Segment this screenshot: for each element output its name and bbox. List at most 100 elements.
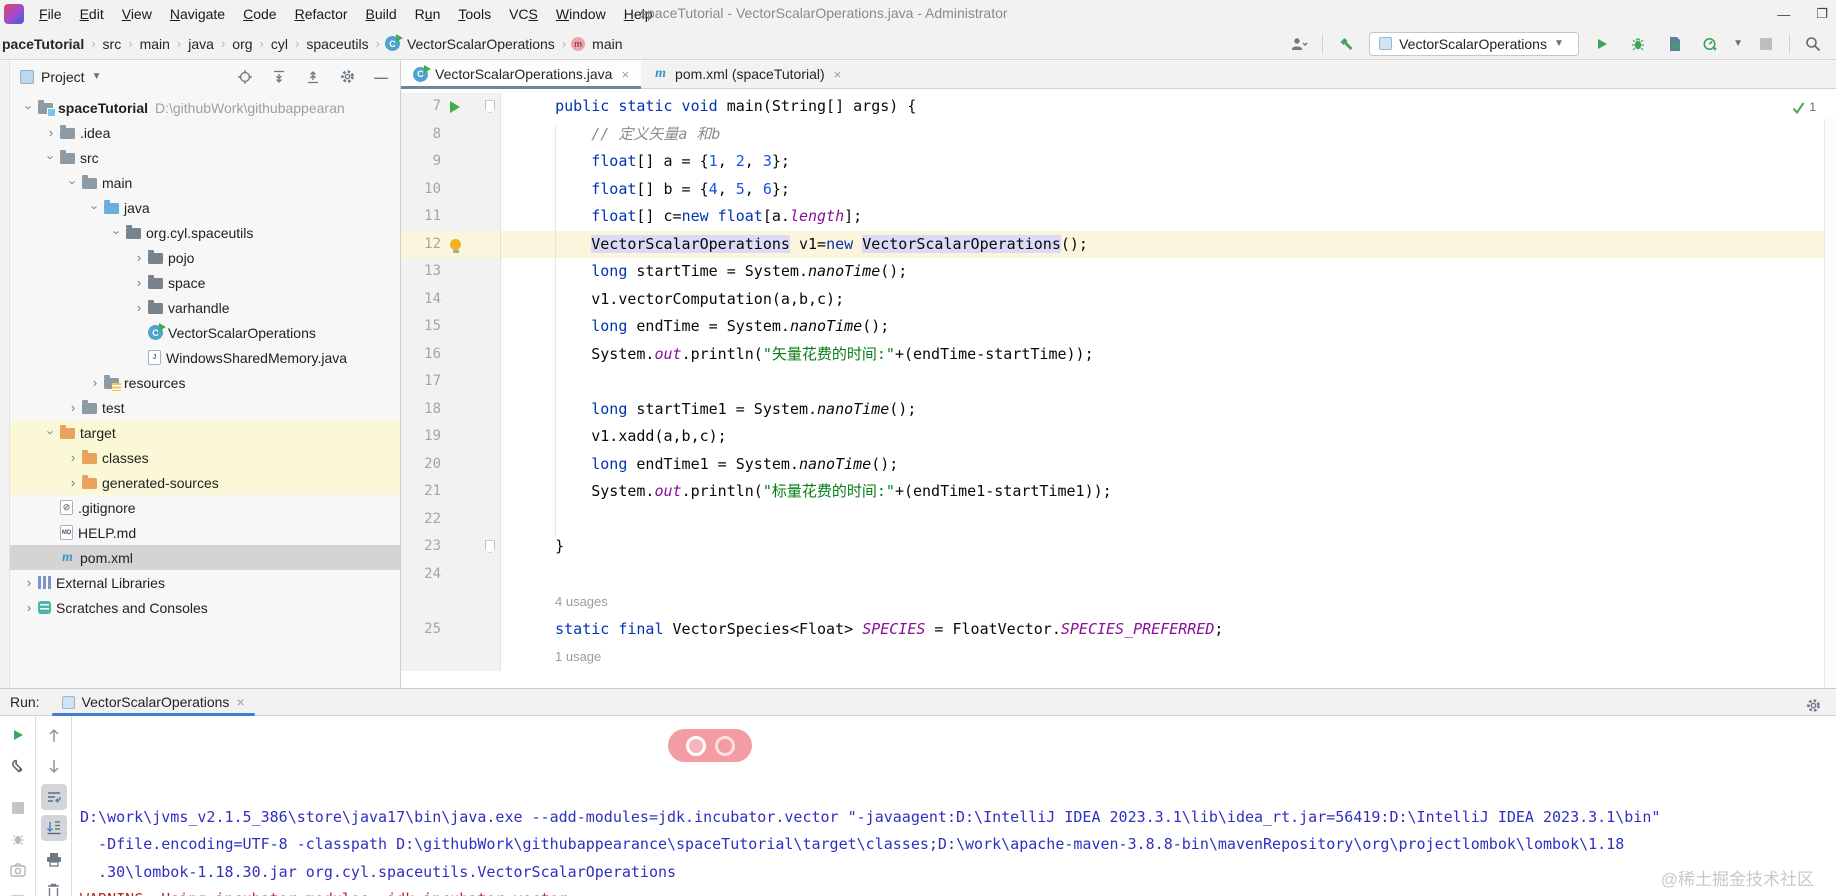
tree-item-vectorscalaroperations[interactable]: C VectorScalarOperations bbox=[10, 320, 400, 345]
tree-item--gitignore[interactable]: ⊘ .gitignore bbox=[10, 495, 400, 520]
hide-panel-button[interactable]: — bbox=[368, 65, 394, 89]
tab-vectorscalaroperations[interactable]: C VectorScalarOperations.java × bbox=[401, 60, 642, 89]
soft-wrap-toggle[interactable] bbox=[40, 784, 67, 810]
chevron-down-icon[interactable]: › bbox=[44, 424, 59, 442]
chevron-right-icon[interactable]: › bbox=[20, 600, 38, 615]
chevron-right-icon[interactable]: › bbox=[86, 375, 104, 390]
tree-item-resources[interactable]: › resources bbox=[10, 370, 400, 395]
search-icon[interactable] bbox=[1800, 32, 1826, 56]
code-editor[interactable]: 1 7 public static void main(String[] arg… bbox=[401, 89, 1836, 688]
tree-item-pojo[interactable]: › pojo bbox=[10, 245, 400, 270]
close-icon[interactable]: × bbox=[236, 694, 244, 710]
tree-item-scratches-and-consoles[interactable]: › Scratches and Consoles bbox=[10, 595, 400, 620]
breadcrumb-item-spaceutils[interactable]: spaceutils bbox=[304, 34, 370, 54]
tree-item-classes[interactable]: › classes bbox=[10, 445, 400, 470]
chevron-down-icon[interactable]: › bbox=[22, 99, 37, 117]
thread-dump-button[interactable] bbox=[5, 857, 31, 883]
tab-pom-xml[interactable]: m pom.xml (spaceTutorial) × bbox=[641, 60, 853, 88]
profiler-chevron-icon[interactable]: ▼ bbox=[1733, 38, 1743, 49]
attach-debugger-button[interactable] bbox=[5, 826, 31, 852]
breadcrumb-item-main[interactable]: main bbox=[138, 34, 172, 54]
clear-console-button[interactable] bbox=[41, 877, 67, 896]
tree-item--idea[interactable]: › .idea bbox=[10, 120, 400, 145]
usages-inlay-hint[interactable]: 1 usage bbox=[501, 643, 601, 671]
menu-edit[interactable]: Edit bbox=[71, 3, 113, 25]
tree-item-space[interactable]: › space bbox=[10, 270, 400, 295]
tree-item-target[interactable]: › target bbox=[10, 420, 400, 445]
tree-item-generated-sources[interactable]: › generated-sources bbox=[10, 470, 400, 495]
breadcrumb-item-cyl[interactable]: cyl bbox=[269, 34, 290, 54]
chevron-right-icon[interactable]: › bbox=[20, 575, 38, 590]
close-icon[interactable]: × bbox=[834, 67, 842, 82]
tree-item-help-md[interactable]: MD HELP.md bbox=[10, 520, 400, 545]
breadcrumb-item-src[interactable]: src bbox=[101, 34, 124, 54]
console-output[interactable]: D:\work\jvms_v2.1.5_386\store\java17\bin… bbox=[72, 716, 1836, 896]
chevron-right-icon[interactable]: › bbox=[130, 250, 148, 265]
minimize-button[interactable]: — bbox=[1777, 7, 1790, 22]
menu-vcs[interactable]: VCS bbox=[500, 3, 547, 25]
down-arrow-icon[interactable] bbox=[41, 753, 67, 779]
tree-item-main[interactable]: › main bbox=[10, 170, 400, 195]
tree-item-external-libraries[interactable]: › External Libraries bbox=[10, 570, 400, 595]
tree-item-java[interactable]: › java bbox=[10, 195, 400, 220]
tree-item-varhandle[interactable]: › varhandle bbox=[10, 295, 400, 320]
chevron-down-icon[interactable]: › bbox=[66, 174, 81, 192]
user-icon[interactable] bbox=[1286, 32, 1312, 56]
print-button[interactable] bbox=[41, 846, 67, 872]
breadcrumb-item-vectorscalaroperations[interactable]: VectorScalarOperations bbox=[405, 34, 557, 54]
tree-item-windowssharedmemory-java[interactable]: J WindowsSharedMemory.java bbox=[10, 345, 400, 370]
restore-layout-button[interactable] bbox=[5, 888, 31, 896]
gear-icon[interactable] bbox=[334, 65, 360, 89]
tree-item-spacetutorial[interactable]: › spaceTutorial D:\githubWork\githubappear… bbox=[10, 95, 400, 120]
close-icon[interactable]: × bbox=[621, 67, 629, 82]
profiler-button[interactable] bbox=[1697, 32, 1723, 56]
stop-button[interactable] bbox=[5, 795, 31, 821]
locate-file-button[interactable] bbox=[232, 65, 258, 89]
chevron-right-icon[interactable]: › bbox=[42, 125, 60, 140]
tree-item-pom-xml[interactable]: m pom.xml bbox=[10, 545, 400, 570]
run-button[interactable] bbox=[1589, 32, 1615, 56]
breadcrumb-item-pacetutorial[interactable]: paceTutorial bbox=[0, 34, 86, 54]
tree-item-test[interactable]: › test bbox=[10, 395, 400, 420]
project-panel-title[interactable]: Project ▼ bbox=[20, 69, 232, 85]
debug-button[interactable] bbox=[1625, 32, 1651, 56]
run-console-tab[interactable]: VectorScalarOperations × bbox=[51, 689, 255, 716]
menu-view[interactable]: View bbox=[113, 3, 161, 25]
menu-file[interactable]: File bbox=[30, 3, 71, 25]
menu-window[interactable]: Window bbox=[547, 3, 615, 25]
menu-tools[interactable]: Tools bbox=[449, 3, 500, 25]
menu-navigate[interactable]: Navigate bbox=[161, 3, 234, 25]
breadcrumb-item-main[interactable]: main bbox=[590, 34, 624, 54]
chevron-down-icon[interactable]: › bbox=[88, 199, 103, 217]
stop-button[interactable] bbox=[1753, 32, 1779, 56]
gear-icon[interactable] bbox=[1800, 693, 1826, 717]
up-arrow-icon[interactable] bbox=[41, 722, 67, 748]
expand-all-button[interactable] bbox=[266, 65, 292, 89]
maximize-button[interactable]: ❐ bbox=[1816, 6, 1828, 22]
inspections-widget[interactable]: 1 bbox=[1792, 94, 1816, 122]
edit-configuration-button[interactable] bbox=[5, 753, 31, 779]
chevron-down-icon[interactable]: › bbox=[44, 149, 59, 167]
usages-inlay-hint[interactable]: 4 usages bbox=[501, 588, 608, 616]
breadcrumb-item-java[interactable]: java bbox=[186, 34, 216, 54]
tree-item-org-cyl-spaceutils[interactable]: › org.cyl.spaceutils bbox=[10, 220, 400, 245]
collapse-all-button[interactable] bbox=[300, 65, 326, 89]
chevron-right-icon[interactable]: › bbox=[64, 475, 82, 490]
run-line-icon[interactable] bbox=[450, 100, 460, 113]
tree-item-src[interactable]: › src bbox=[10, 145, 400, 170]
chevron-right-icon[interactable]: › bbox=[130, 275, 148, 290]
rerun-button[interactable] bbox=[5, 722, 31, 748]
menu-refactor[interactable]: Refactor bbox=[286, 3, 357, 25]
menu-code[interactable]: Code bbox=[234, 3, 285, 25]
editor-scrollbar[interactable] bbox=[1824, 119, 1836, 688]
run-configuration-select[interactable]: VectorScalarOperations ▼ bbox=[1369, 31, 1580, 56]
fold-marker-icon[interactable] bbox=[485, 540, 495, 554]
chevron-right-icon[interactable]: › bbox=[64, 450, 82, 465]
chevron-right-icon[interactable]: › bbox=[64, 400, 82, 415]
build-hammer-button[interactable] bbox=[1333, 32, 1359, 56]
menu-build[interactable]: Build bbox=[357, 3, 406, 25]
scroll-to-end-toggle[interactable] bbox=[40, 815, 67, 841]
coverage-button[interactable] bbox=[1661, 32, 1687, 56]
chevron-right-icon[interactable]: › bbox=[130, 300, 148, 315]
chevron-down-icon[interactable]: › bbox=[110, 224, 125, 242]
